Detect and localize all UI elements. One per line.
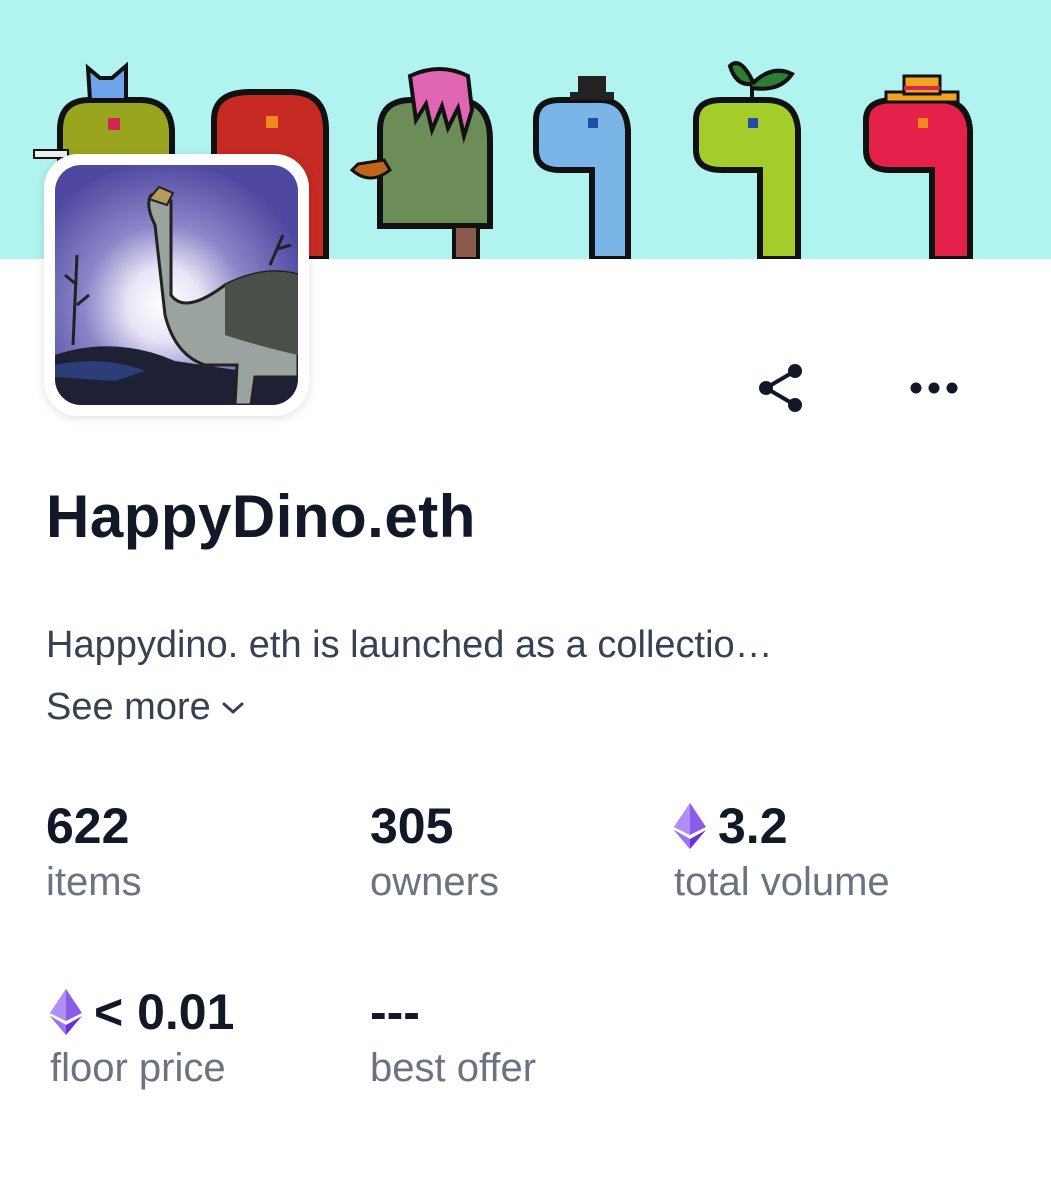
more-horizontal-icon: [910, 382, 958, 394]
dino-pink: [863, 74, 973, 259]
collection-description: Happydino. eth is launched as a collecti…: [46, 624, 773, 666]
stat-floor-value: < 0.01: [94, 984, 235, 1040]
share-button[interactable]: [751, 358, 811, 418]
dino-lime: [693, 61, 801, 259]
stat-items: 622 items: [46, 796, 142, 905]
stat-volume-row: 3.2: [674, 796, 890, 856]
stat-owners-value: 305: [370, 798, 454, 854]
dino-blue: [533, 76, 631, 259]
ethereum-icon: [50, 989, 82, 1035]
stat-owners-label: owners: [370, 860, 499, 904]
stat-items-value: 622: [46, 798, 130, 854]
collection-page: HappyDino.eth Happydino. eth is launched…: [0, 0, 1051, 1200]
stat-volume-value: 3.2: [718, 798, 788, 854]
stat-floor-price: < 0.01 floor price: [50, 982, 234, 1091]
share-icon: [759, 364, 802, 412]
chevron-down-icon: [222, 702, 244, 713]
stat-total-volume: 3.2 total volume: [674, 796, 890, 905]
more-options-button[interactable]: [904, 358, 964, 418]
avatar-dino-artwork: [55, 165, 298, 405]
stat-items-label: items: [46, 860, 142, 904]
dino-zombie: [349, 67, 493, 259]
stat-volume-label: total volume: [674, 860, 890, 904]
collection-title: HappyDino.eth: [46, 483, 476, 550]
stat-offer-label: best offer: [370, 1046, 537, 1090]
stat-floor-label: floor price: [50, 1046, 226, 1090]
see-more-label: See more: [46, 686, 211, 728]
collection-avatar: [44, 154, 309, 416]
stat-offer-value: ---: [370, 984, 420, 1040]
stat-best-offer: --- best offer: [370, 982, 536, 1091]
ethereum-icon: [674, 803, 706, 849]
see-more-button[interactable]: See more: [46, 686, 245, 729]
stat-owners: 305 owners: [370, 796, 499, 905]
stat-floor-row: < 0.01: [50, 982, 234, 1042]
